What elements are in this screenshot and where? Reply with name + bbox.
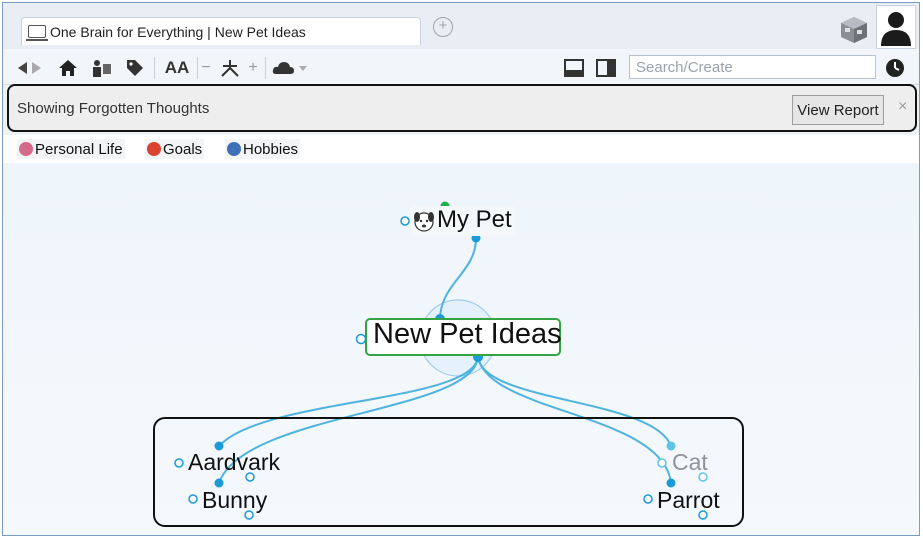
thought-my-pet[interactable]: My Pet [437, 206, 512, 234]
close-icon[interactable]: × [898, 98, 907, 116]
side-panel-icon[interactable] [595, 58, 617, 78]
cloud-sync-icon[interactable] [271, 58, 309, 78]
target-icon [147, 142, 161, 156]
brain-cube-icon[interactable] [839, 15, 869, 45]
notice-text: Showing Forgotten Thoughts [17, 100, 210, 117]
pin-label: Goals [163, 140, 203, 158]
history-clock-icon[interactable] [884, 58, 906, 78]
pin-goals[interactable]: Goals [145, 139, 205, 159]
dog-icon [414, 212, 434, 232]
toolbar: AA − + Search/Create [3, 49, 919, 85]
thought-type-icon[interactable] [91, 58, 113, 78]
toolbar-separator [154, 57, 155, 79]
zoom-in-icon[interactable]: + [247, 58, 259, 78]
view-report-button[interactable]: View Report [792, 95, 884, 125]
back-icon[interactable] [15, 58, 29, 78]
tab-bar: One Brain for Everything | New Pet Ideas… [3, 3, 919, 49]
forward-icon[interactable] [30, 58, 44, 78]
forgotten-thoughts-notice: Showing Forgotten Thoughts View Report × [7, 84, 917, 132]
thought-new-pet-ideas[interactable]: New Pet Ideas [373, 318, 562, 351]
layout-icon[interactable] [217, 58, 243, 78]
laptop-icon [26, 25, 48, 41]
tab-brain[interactable]: One Brain for Everything | New Pet Ideas [21, 17, 421, 45]
home-icon[interactable] [57, 58, 79, 78]
app-window: One Brain for Everything | New Pet Ideas… [2, 2, 920, 536]
tag-icon[interactable] [125, 58, 145, 78]
toolbar-separator [265, 57, 266, 79]
toolbar-separator [197, 57, 198, 79]
pin-hobbies[interactable]: Hobbies [225, 139, 301, 159]
font-size-icon[interactable]: AA [163, 58, 191, 78]
jump-gate[interactable] [355, 333, 367, 345]
pin-label: Hobbies [243, 140, 299, 158]
bottom-panel-icon[interactable] [563, 58, 585, 78]
pin-personal-life[interactable]: Personal Life [17, 139, 125, 159]
search-input[interactable]: Search/Create [629, 55, 876, 79]
jump-gate[interactable] [400, 216, 410, 226]
pinned-thoughts-bar: Personal Life Goals Hobbies [3, 135, 919, 163]
ping-pong-icon [227, 142, 241, 156]
pin-label: Personal Life [35, 140, 123, 158]
user-account-icon[interactable] [876, 5, 916, 49]
plex-canvas[interactable]: My Pet New Pet Ideas Aardvark Bunny Cat … [3, 163, 919, 535]
children-highlight-box [153, 417, 744, 527]
person-icon [19, 142, 33, 156]
zoom-out-icon[interactable]: − [201, 58, 211, 78]
new-tab-icon[interactable]: + [433, 17, 453, 37]
tab-title: One Brain for Everything | New Pet Ideas [50, 23, 306, 40]
